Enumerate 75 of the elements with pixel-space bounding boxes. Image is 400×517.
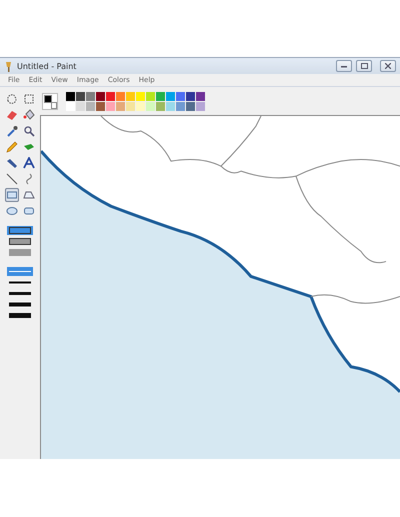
tool-button[interactable] [22,124,36,138]
color-swatch[interactable] [86,92,95,100]
color-swatch[interactable] [126,92,135,100]
eyedropper-icon [6,125,18,137]
brush-icon [22,141,34,153]
color-swatch[interactable] [116,92,125,100]
tool-button[interactable] [22,108,36,122]
tool-button[interactable] [4,140,18,154]
color-swatch[interactable] [196,102,205,110]
tool-button[interactable] [4,204,18,218]
color-swatch[interactable] [66,102,75,110]
color-swatch[interactable] [96,92,105,100]
rounded-rectangle-icon [22,205,34,217]
color-swatch[interactable] [106,102,115,110]
tool-button[interactable] [4,92,18,106]
current-colors[interactable] [42,92,58,110]
fill-style-icon [9,249,31,256]
color-swatch[interactable] [166,92,175,100]
polygon-icon [22,189,34,201]
color-swatch[interactable] [186,102,195,110]
paint-bucket-icon [22,109,34,121]
paint-brush-icon [4,60,13,72]
free-select-icon [6,93,18,105]
tool-button[interactable] [22,156,36,170]
outline-style-icon [9,227,31,234]
close-icon [385,63,391,69]
color-swatch[interactable] [126,102,135,110]
color-swatch[interactable] [76,102,85,110]
background-color[interactable] [51,102,57,108]
line-width-icon [9,313,31,318]
line-width-option[interactable] [7,300,33,309]
color-swatch[interactable] [196,92,205,100]
tool-button[interactable] [4,172,18,186]
close-button[interactable] [380,60,396,72]
color-swatch[interactable] [96,102,105,110]
color-swatch[interactable] [146,102,155,110]
color-swatch[interactable] [156,92,165,100]
minimize-icon [341,64,347,68]
window-title: Untitled - Paint [17,62,78,70]
maximize-button[interactable] [356,60,372,72]
foreground-color[interactable] [44,94,52,102]
color-swatch[interactable] [76,92,85,100]
line-width-option[interactable] [7,311,33,320]
color-swatch[interactable] [146,92,155,100]
color-swatch[interactable] [116,102,125,110]
color-swatch[interactable] [86,102,95,110]
select-icon [22,93,34,105]
rectangle-icon [6,189,18,201]
magnifier-icon [22,125,34,137]
fill-style-option[interactable] [7,237,33,246]
maximize-icon [360,63,368,69]
color-swatch[interactable] [136,92,145,100]
ellipse-icon [6,205,18,217]
line-width-option[interactable] [7,289,33,298]
outline-fill-style-icon [9,238,31,245]
color-swatch[interactable] [176,92,185,100]
pencil-icon [6,141,18,153]
color-swatch[interactable] [66,92,75,100]
line-width-icon [9,269,31,274]
tool-button[interactable] [22,92,36,106]
minimize-button[interactable] [336,60,352,72]
color-swatch[interactable] [186,92,195,100]
color-swatch[interactable] [166,102,175,110]
tool-button[interactable] [4,188,18,202]
color-swatch[interactable] [106,92,115,100]
line-width-icon [9,302,31,307]
color-swatch[interactable] [156,102,165,110]
eraser-icon [6,109,18,121]
line-icon [6,173,18,185]
tool-button[interactable] [4,108,18,122]
text-tool-icon [22,157,34,169]
tool-button[interactable] [4,124,18,138]
color-swatch[interactable] [136,102,145,110]
line-width-icon [9,291,31,296]
color-swatch[interactable] [176,102,185,110]
